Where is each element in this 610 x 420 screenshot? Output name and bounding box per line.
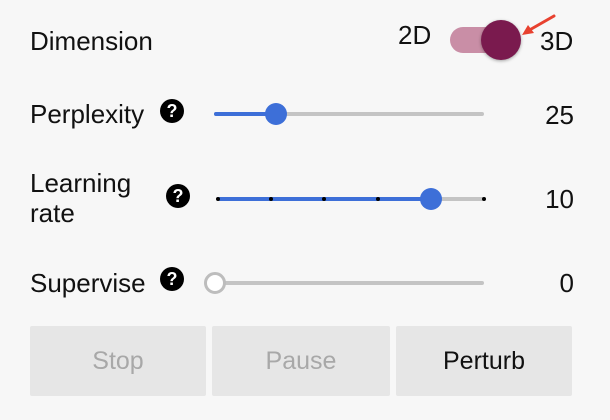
pause-button[interactable]: Pause bbox=[212, 326, 390, 396]
supervise-label: Supervise bbox=[30, 268, 146, 298]
perplexity-slider[interactable] bbox=[214, 102, 484, 126]
annotation-arrow-icon bbox=[522, 14, 556, 35]
slider-tick bbox=[482, 197, 486, 201]
slider-tick bbox=[376, 197, 380, 201]
learning-rate-slider[interactable] bbox=[216, 187, 486, 211]
perplexity-help-icon[interactable]: ? bbox=[160, 99, 184, 123]
supervise-slider[interactable] bbox=[204, 271, 484, 295]
supervise-slider-track[interactable] bbox=[212, 281, 484, 285]
stop-button[interactable]: Stop bbox=[30, 326, 206, 396]
learning-rate-slider-thumb[interactable] bbox=[420, 188, 442, 210]
slider-tick bbox=[269, 197, 273, 201]
slider-tick bbox=[216, 197, 220, 201]
perplexity-label: Perplexity bbox=[30, 99, 145, 129]
perturb-button[interactable]: Perturb bbox=[396, 326, 572, 396]
learning-rate-label-line1: Learning bbox=[30, 168, 132, 198]
perplexity-value: 25 bbox=[545, 100, 574, 130]
supervise-help-icon[interactable]: ? bbox=[160, 267, 184, 291]
toggle-thumb[interactable] bbox=[481, 20, 521, 60]
learning-rate-value: 10 bbox=[545, 184, 574, 214]
learning-rate-help-icon[interactable]: ? bbox=[166, 184, 190, 208]
toggle-2d-label: 2D bbox=[398, 20, 432, 50]
perplexity-slider-thumb[interactable] bbox=[265, 103, 287, 125]
supervise-slider-thumb[interactable] bbox=[204, 272, 226, 294]
dimension-label: Dimension bbox=[30, 26, 153, 56]
supervise-value: 0 bbox=[559, 268, 574, 298]
slider-tick bbox=[322, 197, 326, 201]
learning-rate-label-line2: rate bbox=[30, 198, 75, 228]
